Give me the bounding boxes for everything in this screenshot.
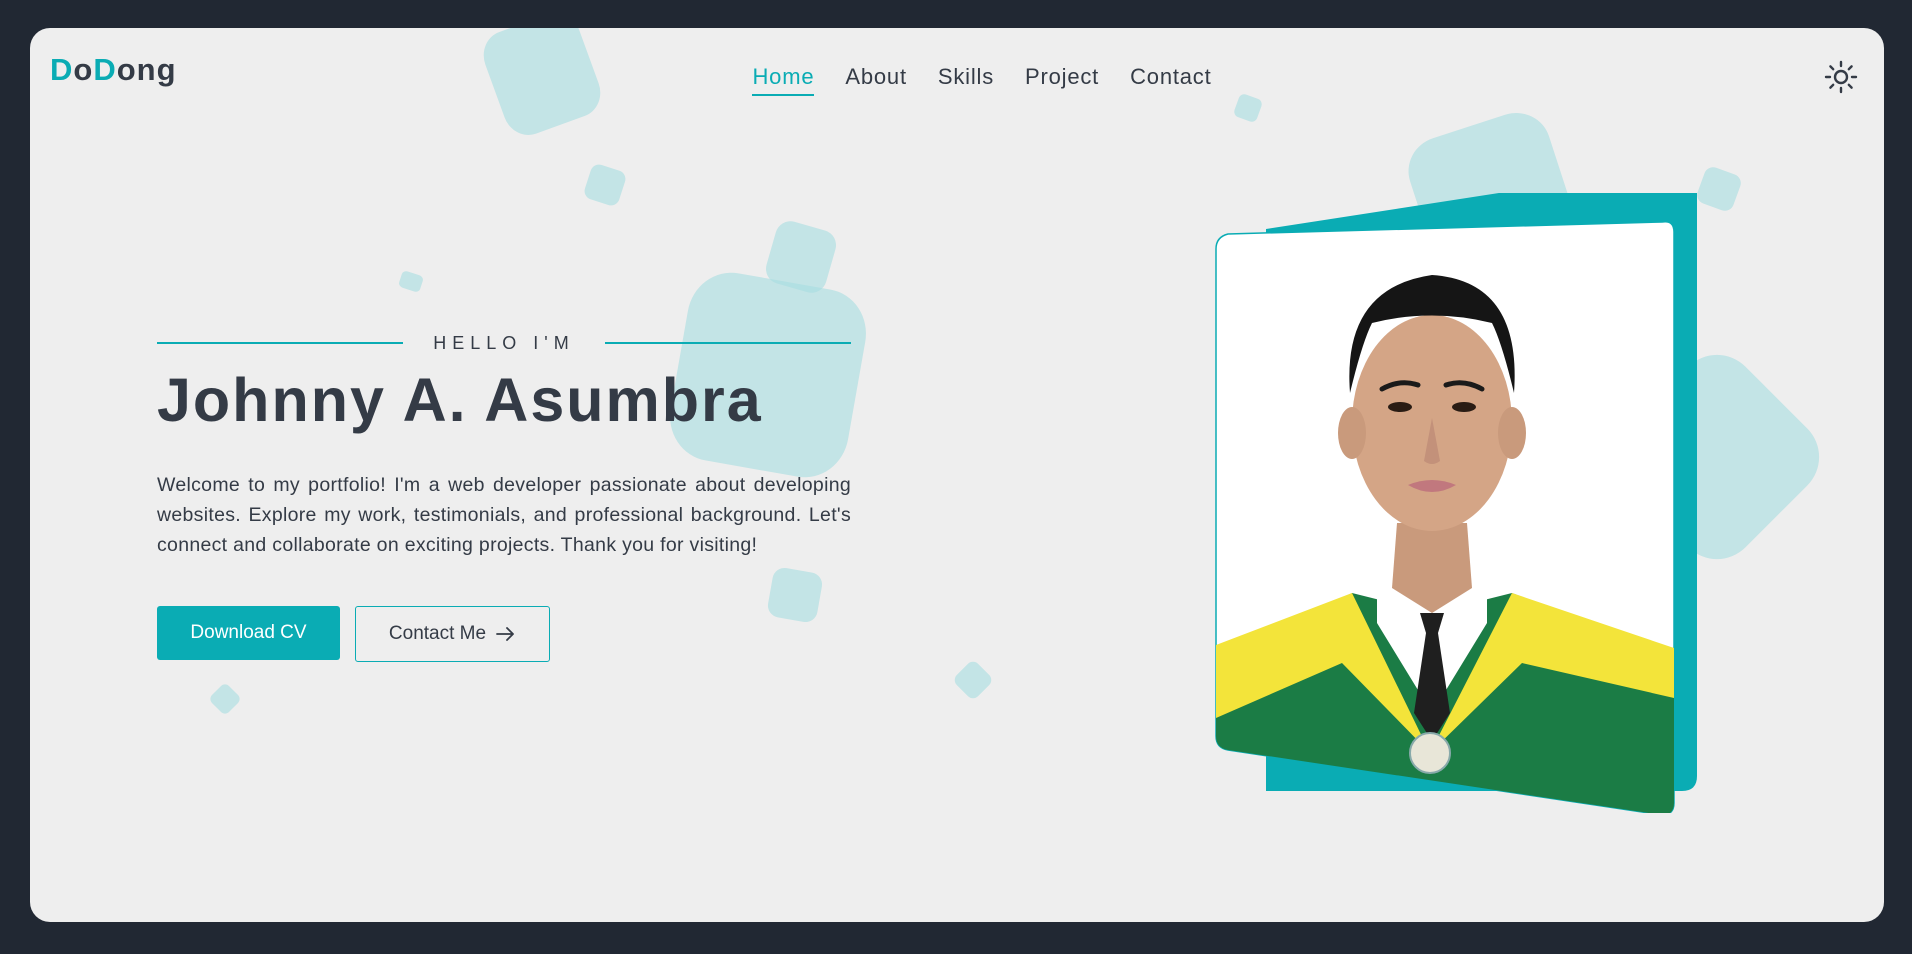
greeting-line-left: [157, 342, 404, 344]
bg-shape: [582, 162, 628, 208]
nav-project[interactable]: Project: [1025, 64, 1099, 96]
bg-shape: [397, 270, 425, 293]
main-nav: Home About Skills Project Contact: [55, 64, 1884, 96]
greeting-row: HELLO I'M: [157, 328, 851, 358]
page-frame: DoDong Home About Skills Project Contact: [30, 28, 1884, 922]
nav-contact[interactable]: Contact: [1130, 64, 1211, 96]
nav-home[interactable]: Home: [752, 64, 815, 96]
hero-description: Welcome to my portfolio! I'm a web devel…: [157, 474, 851, 556]
download-cv-button[interactable]: Download CV: [157, 606, 340, 660]
theme-toggle-button[interactable]: [1824, 60, 1858, 94]
bg-shape: [208, 682, 242, 716]
profile-photo-frame: [1202, 164, 1722, 816]
bg-shape: [1232, 92, 1264, 124]
contact-me-button[interactable]: Contact Me: [355, 606, 550, 662]
profile-photo: [1215, 164, 1697, 816]
hero-name: Johnny A. Asumbra: [157, 366, 763, 434]
greeting-text: HELLO I'M: [433, 332, 575, 353]
arrow-right-icon: [496, 627, 514, 641]
greeting-line-right: [604, 342, 851, 344]
hero-section: HELLO I'M Johnny A. Asumbra Welcome to m…: [157, 328, 851, 662]
sun-icon: [1824, 60, 1858, 94]
bg-shape: [951, 658, 995, 702]
nav-about[interactable]: About: [845, 64, 907, 96]
contact-me-label: Contact Me: [388, 623, 487, 644]
nav-skills[interactable]: Skills: [938, 64, 994, 96]
hero-buttons: Download CV Contact Me: [157, 606, 851, 662]
